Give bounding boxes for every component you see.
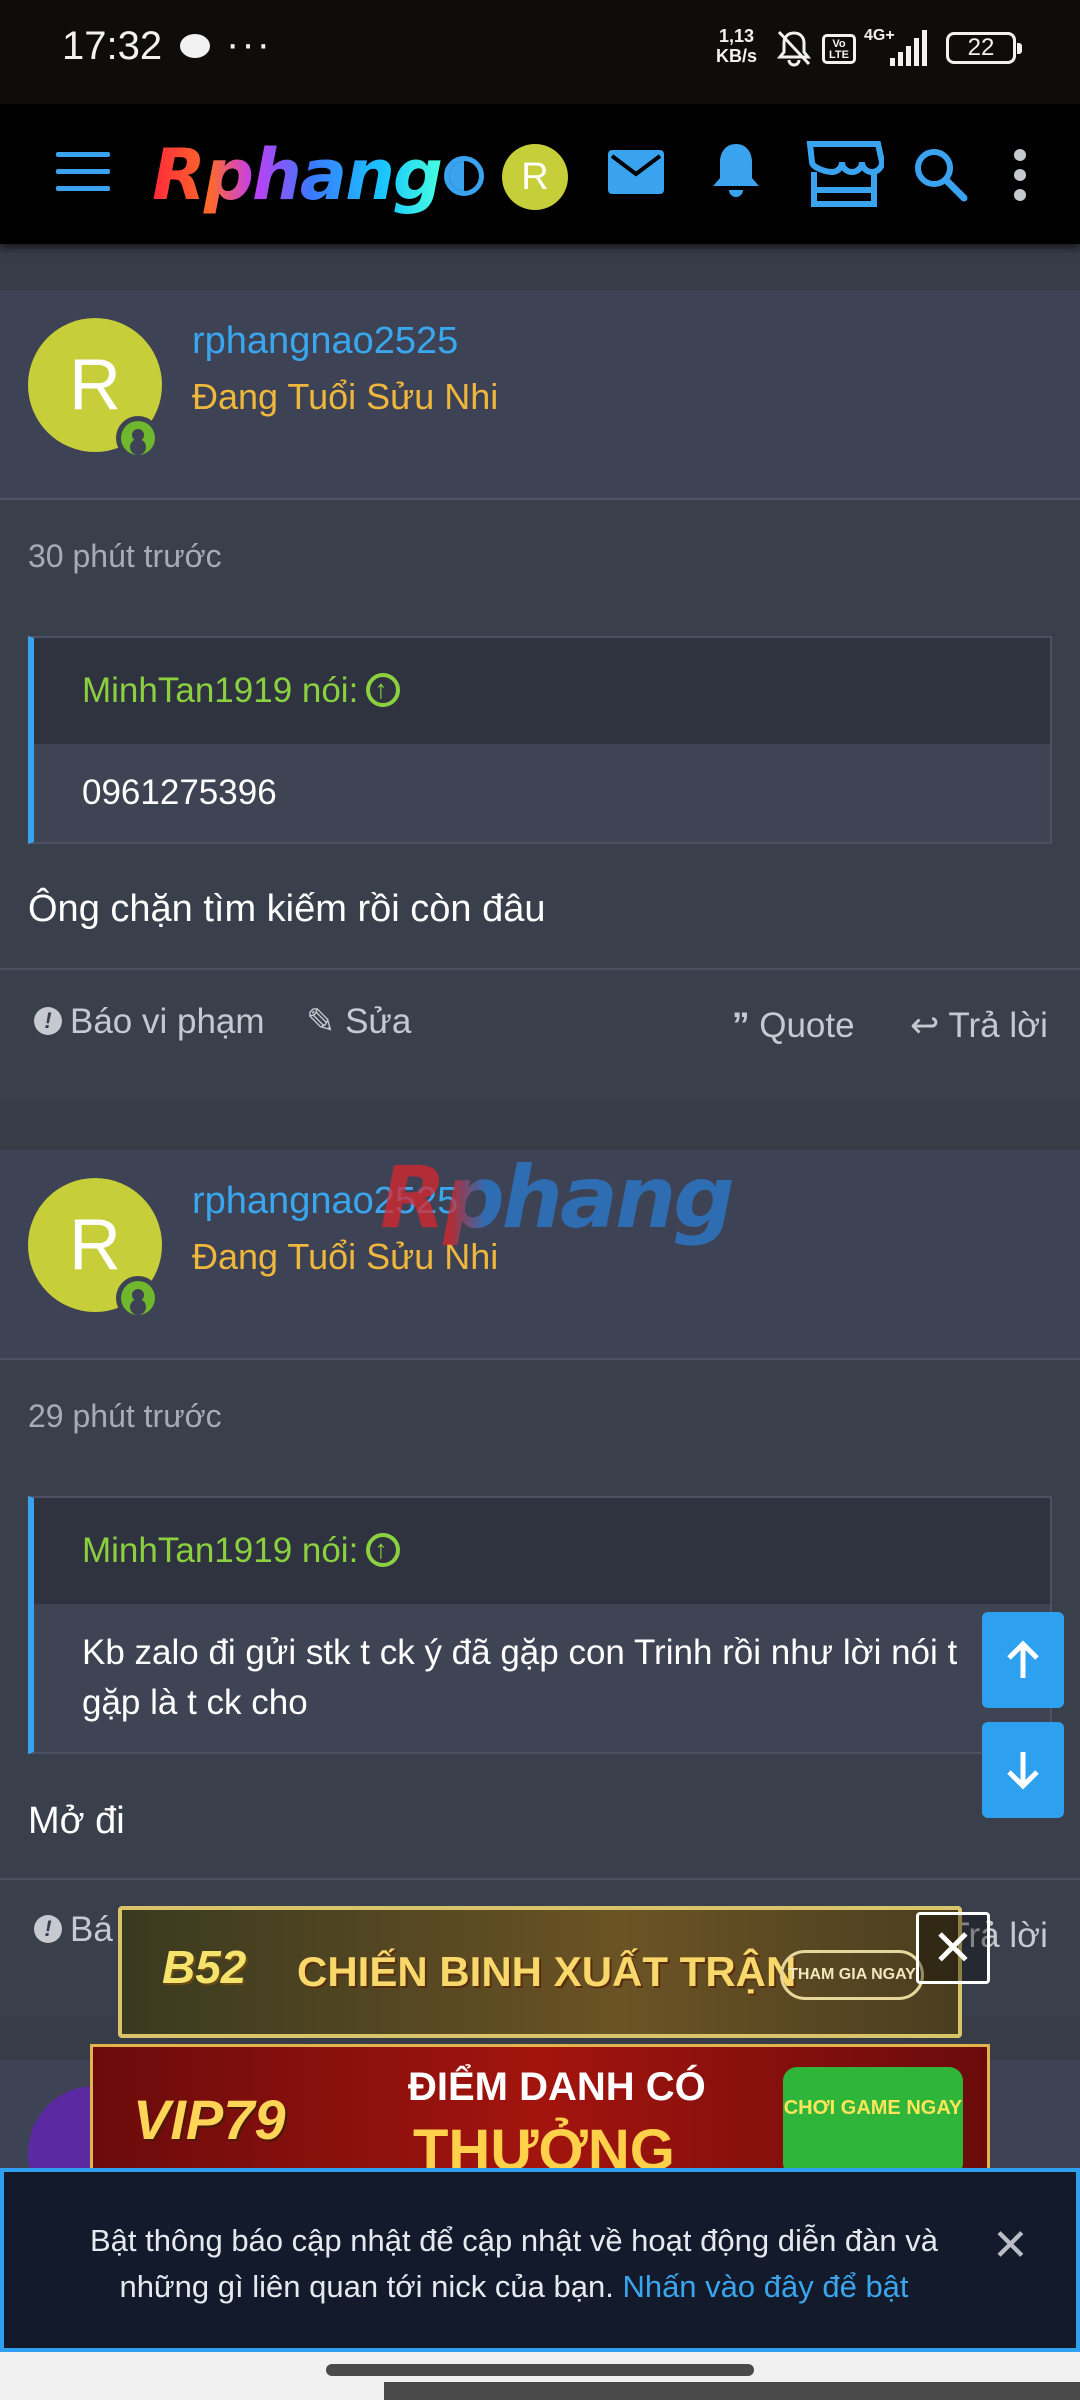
site-watermark: Rphang	[380, 1148, 735, 1248]
report-button[interactable]: ! Báo vi phạm	[34, 1002, 265, 1042]
post-body: Ông chặn tìm kiếm rồi còn đâu	[28, 888, 546, 930]
site-logo[interactable]: Rphang	[152, 134, 443, 216]
user-avatar[interactable]: R	[502, 144, 568, 210]
network-speed-value: 1,13	[718, 26, 755, 46]
quote-author: MinhTan1919 nói:	[82, 671, 359, 710]
more-notifications-icon: ···	[226, 22, 272, 66]
push-notification-prompt: Bật thông báo cập nhật để cập nhật về ho…	[0, 2168, 1080, 2352]
post-time[interactable]: 29 phút trước	[28, 1398, 222, 1435]
online-status-icon	[116, 416, 160, 460]
author-username[interactable]: rphangnao2525	[192, 320, 458, 363]
search-icon[interactable]	[912, 146, 968, 202]
network-speed: 1,13 KB/s	[716, 26, 757, 66]
arrow-down-icon	[1007, 1752, 1039, 1790]
post: R rphangnao2525 Đang Tuổi Sửu Nhi 29 phú…	[0, 1150, 1080, 2016]
quote-block: MinhTan1919 nói: 0961275396	[28, 636, 1052, 844]
ad-headline: ĐIỂM DANH CÓ	[408, 2065, 706, 2109]
quote-text: Kb zalo đi gửi stk t ck ý đã gặp con Tri…	[82, 1633, 958, 1722]
author-title: Đang Tuổi Sửu Nhi	[192, 376, 499, 417]
theme-toggle-icon[interactable]	[444, 156, 484, 196]
warning-icon: !	[34, 1914, 62, 1943]
status-time: 17:32	[62, 24, 163, 68]
quote-block: MinhTan1919 nói: Kb zalo đi gửi stk t ck…	[28, 1496, 1052, 1754]
ad-headline: CHIẾN BINH XUẤT TRẬN	[297, 1948, 797, 1995]
ad-cta-button[interactable]: CHƠI GAME NGAY	[783, 2067, 963, 2171]
arrow-up-icon	[1007, 1640, 1039, 1678]
close-icon[interactable]: ✕	[992, 2220, 1029, 2271]
report-button[interactable]: ! Bá	[34, 1910, 113, 1950]
reply-arrow-icon: ↩	[910, 1006, 949, 1045]
home-gesture-handle[interactable]	[326, 2364, 754, 2376]
gesture-navigation-bar	[0, 2352, 1080, 2400]
quote-text: 0961275396	[82, 773, 277, 812]
post-actions: ! Báo vi phạm ✎ Sửa ” Quote ↩ Trả lời	[0, 970, 1080, 1080]
volte-icon: Vo LTE	[822, 34, 856, 64]
ad-brand: B52	[162, 1941, 247, 1993]
jump-to-quote-icon[interactable]	[366, 667, 401, 711]
edit-button[interactable]: ✎ Sửa	[306, 1002, 411, 1042]
quote-mark-icon: ”	[732, 1006, 760, 1045]
scroll-top-button[interactable]	[982, 1612, 1064, 1708]
quote-button[interactable]: ” Quote	[732, 1006, 855, 1046]
signal-icon: 4G+	[864, 27, 927, 66]
online-status-icon	[116, 1276, 160, 1320]
status-bar: 17:32 ··· 1,13 KB/s Vo LTE 4G+ 22	[0, 0, 1080, 104]
network-speed-unit: KB/s	[716, 46, 758, 66]
ad-cta-button[interactable]: THAM GIA NGAY	[780, 1950, 924, 2000]
post-time[interactable]: 30 phút trước	[28, 538, 222, 575]
pencil-icon: ✎	[306, 1002, 346, 1041]
enable-notifications-link[interactable]: Nhấn vào đây để bật	[622, 2269, 908, 2304]
battery-icon: 22	[946, 32, 1022, 64]
bottom-bar	[384, 2382, 1080, 2400]
post-body: Mở đi	[28, 1800, 125, 1842]
menu-icon[interactable]	[56, 152, 110, 196]
close-ad-button[interactable]: ✕	[916, 1912, 990, 1984]
signal-label: 4G+	[864, 27, 895, 44]
scroll-bottom-button[interactable]	[982, 1722, 1064, 1818]
chat-notification-icon	[180, 34, 210, 58]
notifications-bell-icon[interactable]	[708, 140, 764, 204]
more-options-icon[interactable]	[1012, 148, 1028, 202]
post-author-header: R rphangnao2525 Đang Tuổi Sửu Nhi	[0, 290, 1080, 500]
quote-header[interactable]: MinhTan1919 nói:	[34, 1498, 1050, 1604]
app-header: Rphang R	[0, 104, 1080, 244]
warning-icon: !	[34, 1006, 62, 1035]
ad-headline-2: THƯỞNG	[413, 2118, 675, 2174]
notice-message: Bật thông báo cập nhật để cập nhật về ho…	[64, 2218, 964, 2310]
ad-banner[interactable]: VIP79 ĐIỂM DANH CÓ THƯỞNG CHƠI GAME NGAY	[90, 2044, 990, 2174]
mute-icon	[776, 30, 812, 67]
mail-icon[interactable]	[606, 148, 666, 198]
quote-header[interactable]: MinhTan1919 nói:	[34, 638, 1050, 744]
quote-author: MinhTan1919 nói:	[82, 1531, 359, 1570]
post: R rphangnao2525 Đang Tuổi Sửu Nhi 30 phú…	[0, 290, 1080, 1102]
store-icon[interactable]	[804, 140, 884, 208]
jump-to-quote-icon[interactable]	[366, 1527, 401, 1571]
reply-button[interactable]: ↩ Trả lời	[910, 1006, 1048, 1046]
ad-brand: VIP79	[133, 2088, 286, 2151]
ad-banner[interactable]: B52 CHIẾN BINH XUẤT TRẬN THAM GIA NGAY	[118, 1906, 962, 2038]
